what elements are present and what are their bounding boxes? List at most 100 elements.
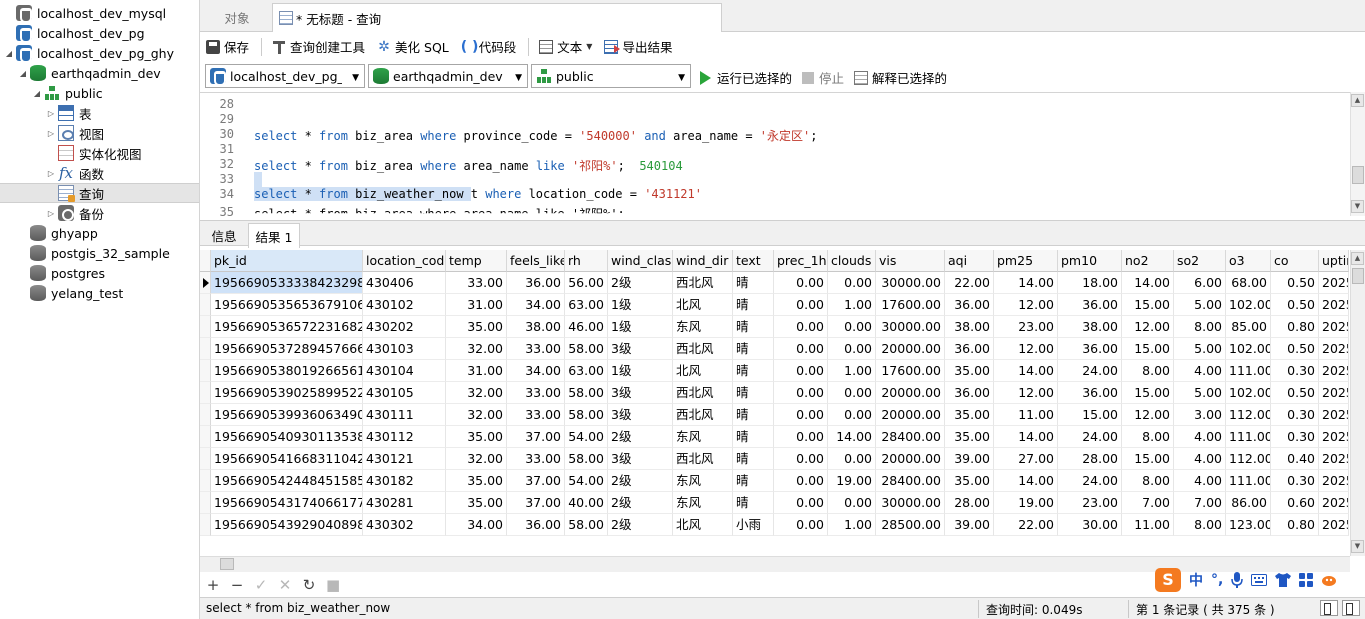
table-cell[interactable]: 晴: [733, 492, 774, 514]
table-cell[interactable]: 北风: [673, 294, 733, 316]
code-line[interactable]: select * from biz_area where province_co…: [254, 127, 817, 144]
table-cell[interactable]: 0.50: [1271, 382, 1319, 404]
row-indicator[interactable]: [200, 338, 211, 360]
table-cell[interactable]: 430102: [363, 294, 446, 316]
table-cell[interactable]: 36.00: [507, 272, 565, 294]
connection-select[interactable]: localhost_dev_pg_ghy ▼: [205, 64, 365, 88]
row-indicator[interactable]: [200, 514, 211, 536]
table-cell[interactable]: 3级: [608, 338, 673, 360]
table-cell[interactable]: 58.00: [565, 404, 608, 426]
row-indicator[interactable]: [200, 492, 211, 514]
table-cell[interactable]: 15.00: [1122, 294, 1174, 316]
table-cell[interactable]: 1级: [608, 360, 673, 382]
tab-result-1[interactable]: 结果 1: [248, 223, 300, 248]
table-cell[interactable]: 30000.00: [876, 316, 945, 338]
table-cell[interactable]: 晴: [733, 448, 774, 470]
table-cell[interactable]: 33.00: [507, 404, 565, 426]
table-cell[interactable]: 1956690540930113538: [211, 426, 363, 448]
table-cell[interactable]: 2025: [1319, 338, 1349, 360]
table-cell[interactable]: 35.00: [945, 404, 994, 426]
table-cell[interactable]: 2025: [1319, 470, 1349, 492]
tree-node[interactable]: 查询: [0, 183, 199, 203]
table-cell[interactable]: 1956690535653679106: [211, 294, 363, 316]
table-cell[interactable]: 1.00: [828, 360, 876, 382]
scroll-down-icon[interactable]: ▼: [1351, 540, 1364, 553]
table-cell[interactable]: 35.00: [945, 360, 994, 382]
table-cell[interactable]: 54.00: [565, 470, 608, 492]
table-cell[interactable]: 0.40: [1271, 448, 1319, 470]
column-header[interactable]: wind_dir: [673, 250, 733, 272]
table-cell[interactable]: 2级: [608, 470, 673, 492]
table-cell[interactable]: 晴: [733, 338, 774, 360]
table-cell[interactable]: 111.00: [1226, 426, 1271, 448]
table-cell[interactable]: 112.00: [1226, 404, 1271, 426]
table-cell[interactable]: 34.00: [507, 360, 565, 382]
table-cell[interactable]: 西北风: [673, 338, 733, 360]
table-cell[interactable]: 22.00: [994, 514, 1058, 536]
tree-node[interactable]: ▷ fx 函数: [0, 163, 199, 183]
table-cell[interactable]: 15.00: [1122, 338, 1174, 360]
table-cell[interactable]: 东风: [673, 426, 733, 448]
table-cell[interactable]: 7.00: [1174, 492, 1226, 514]
table-cell[interactable]: 西北风: [673, 404, 733, 426]
table-cell[interactable]: 1.00: [828, 294, 876, 316]
table-cell[interactable]: 15.00: [1122, 448, 1174, 470]
table-cell[interactable]: 0.50: [1271, 338, 1319, 360]
database-select[interactable]: earthqadmin_dev ▼: [368, 64, 528, 88]
tree-node[interactable]: ◢ earthqadmin_dev: [0, 63, 199, 83]
table-cell[interactable]: 12.00: [1122, 316, 1174, 338]
table-cell[interactable]: 2025: [1319, 426, 1349, 448]
keyboard-icon[interactable]: [1251, 574, 1268, 586]
discard-changes-button[interactable]: ✕: [278, 578, 292, 593]
column-header[interactable]: prec_1h: [774, 250, 828, 272]
table-cell[interactable]: 102.00: [1226, 338, 1271, 360]
table-cell[interactable]: 33.00: [446, 272, 507, 294]
table-cell[interactable]: 36.00: [1058, 294, 1122, 316]
table-cell[interactable]: 36.00: [1058, 338, 1122, 360]
table-cell[interactable]: 0.00: [828, 316, 876, 338]
grid-hscroll-thumb[interactable]: [220, 558, 234, 570]
table-cell[interactable]: 19.00: [994, 492, 1058, 514]
table-cell[interactable]: 36.00: [945, 294, 994, 316]
tree-node[interactable]: ▷ 视图: [0, 123, 199, 143]
column-header[interactable]: pk_id: [211, 250, 363, 272]
refresh-button[interactable]: ↻: [302, 578, 316, 593]
table-cell[interactable]: 14.00: [994, 272, 1058, 294]
table-cell[interactable]: 2025: [1319, 492, 1349, 514]
table-cell[interactable]: 小雨: [733, 514, 774, 536]
tab-objects[interactable]: 对象: [204, 3, 270, 32]
table-cell[interactable]: 430202: [363, 316, 446, 338]
table-cell[interactable]: 北风: [673, 514, 733, 536]
table-cell[interactable]: 37.00: [507, 470, 565, 492]
table-cell[interactable]: 58.00: [565, 514, 608, 536]
table-cell[interactable]: 17600.00: [876, 294, 945, 316]
text-mode-dropdown[interactable]: 文本 ▼: [539, 37, 592, 56]
table-cell[interactable]: 0.80: [1271, 316, 1319, 338]
table-cell[interactable]: 33.00: [507, 448, 565, 470]
column-header[interactable]: feels_like: [507, 250, 565, 272]
table-cell[interactable]: 晴: [733, 382, 774, 404]
table-cell[interactable]: 28500.00: [876, 514, 945, 536]
table-cell[interactable]: 20000.00: [876, 338, 945, 360]
table-cell[interactable]: 58.00: [565, 338, 608, 360]
table-cell[interactable]: 2级: [608, 514, 673, 536]
table-cell[interactable]: 2025: [1319, 360, 1349, 382]
table-cell[interactable]: 8.00: [1122, 426, 1174, 448]
column-header[interactable]: wind_class: [608, 250, 673, 272]
table-cell[interactable]: 31.00: [446, 294, 507, 316]
ime-language-toggle[interactable]: 中: [1189, 570, 1203, 590]
table-cell[interactable]: 430406: [363, 272, 446, 294]
table-cell[interactable]: 111.00: [1226, 470, 1271, 492]
column-header[interactable]: pm25: [994, 250, 1058, 272]
grid-view-button[interactable]: [1320, 600, 1338, 616]
table-cell[interactable]: 12.00: [1122, 404, 1174, 426]
table-cell[interactable]: 20000.00: [876, 404, 945, 426]
table-cell[interactable]: 东风: [673, 492, 733, 514]
column-header[interactable]: so2: [1174, 250, 1226, 272]
table-cell[interactable]: 35.00: [945, 426, 994, 448]
table-cell[interactable]: 36.00: [507, 514, 565, 536]
table-cell[interactable]: 2025: [1319, 514, 1349, 536]
table-cell[interactable]: 0.00: [774, 492, 828, 514]
column-header[interactable]: pm10: [1058, 250, 1122, 272]
table-cell[interactable]: 0.00: [774, 338, 828, 360]
